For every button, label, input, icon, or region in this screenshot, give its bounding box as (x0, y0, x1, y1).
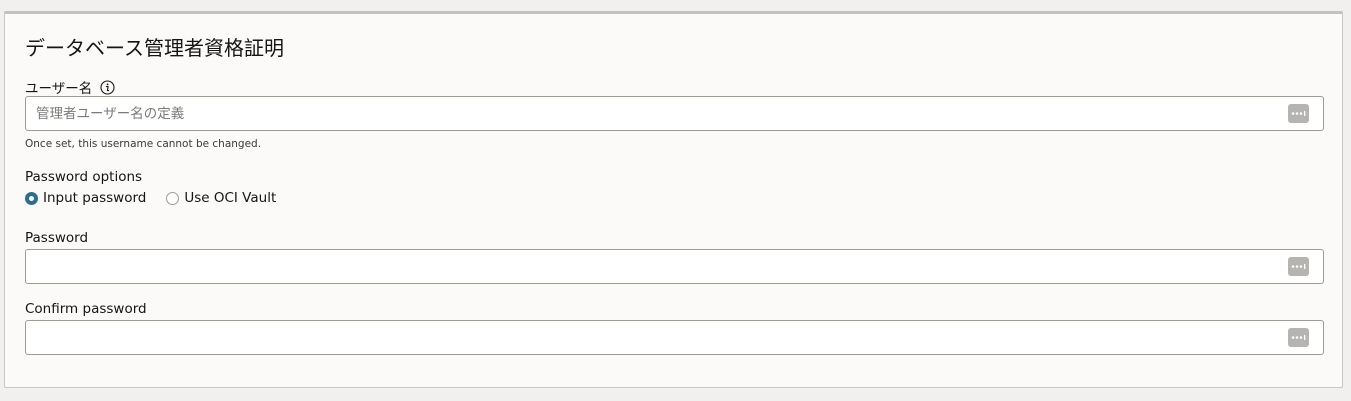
radio-input-password-indicator[interactable] (25, 191, 38, 205)
confirm-password-input[interactable] (26, 321, 1276, 354)
password-options-radio-group: Input password Use OCI Vault (25, 190, 296, 206)
password-keypad-icon[interactable] (1288, 328, 1309, 347)
info-icon[interactable] (100, 79, 115, 95)
password-field-wrapper (25, 249, 1324, 284)
radio-input-password-label: Input password (43, 190, 147, 206)
section-title: データベース管理者資格証明 (25, 36, 284, 60)
password-label: Password (25, 230, 89, 246)
password-keypad-icon[interactable] (1288, 104, 1309, 123)
radio-use-oci-vault[interactable]: Use OCI Vault (166, 190, 276, 206)
username-field-wrapper (25, 96, 1324, 131)
radio-input-password[interactable]: Input password (25, 190, 146, 206)
username-input[interactable] (26, 97, 1276, 130)
radio-use-oci-vault-indicator[interactable] (166, 191, 180, 205)
username-label: ユーザー名 (25, 81, 93, 97)
confirm-password-label: Confirm password (25, 301, 147, 317)
password-keypad-icon[interactable] (1288, 257, 1309, 276)
admin-credentials-panel: データベース管理者資格証明 ユーザー名 Once set, this usern… (4, 11, 1343, 388)
password-input[interactable] (26, 250, 1276, 283)
radio-use-oci-vault-label: Use OCI Vault (184, 190, 277, 206)
confirm-password-field-wrapper (25, 320, 1324, 355)
password-options-label: Password options (25, 169, 143, 185)
username-label-row: ユーザー名 (25, 77, 115, 97)
username-help-text: Once set, this username cannot be change… (25, 138, 262, 150)
